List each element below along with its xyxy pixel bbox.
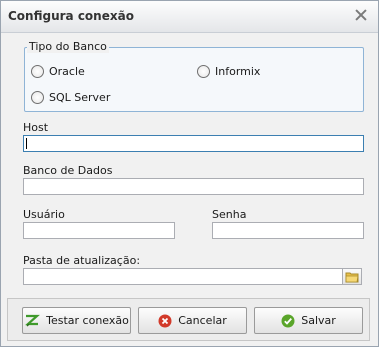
window-title: Configura conexão [8, 9, 134, 23]
user-input[interactable] [23, 222, 175, 239]
radio-sql-server-button[interactable] [31, 91, 44, 104]
radio-sql-server[interactable]: SQL Server [31, 91, 110, 104]
host-label: Host [23, 121, 49, 134]
user-label: Usuário [23, 208, 65, 221]
database-type-legend: Tipo do Banco [27, 40, 109, 53]
radio-oracle-label: Oracle [49, 65, 85, 78]
cancel-label: Cancelar [178, 314, 227, 327]
radio-oracle[interactable]: Oracle [31, 65, 85, 78]
title-bar[interactable]: Configura conexão [1, 1, 378, 33]
radio-oracle-button[interactable] [31, 65, 44, 78]
database-input[interactable] [23, 178, 364, 195]
folder-icon [345, 272, 359, 283]
update-folder-input[interactable] [23, 268, 343, 285]
test-connection-label: Testar conexão [46, 314, 129, 327]
password-label: Senha [212, 208, 247, 221]
radio-informix[interactable]: Informix [197, 65, 260, 78]
cancel-button[interactable]: Cancelar [138, 307, 247, 334]
radio-informix-button[interactable] [197, 65, 210, 78]
radio-informix-label: Informix [215, 65, 261, 78]
update-folder-label: Pasta de atualização: [23, 254, 141, 267]
browse-folder-button[interactable] [342, 268, 362, 285]
cancel-icon [158, 314, 172, 327]
database-label: Banco de Dados [23, 164, 113, 177]
text-caret [26, 138, 27, 149]
save-label: Salvar [301, 314, 336, 327]
host-input[interactable] [23, 135, 364, 152]
save-button[interactable]: Salvar [254, 307, 363, 334]
test-connection-button[interactable]: Testar conexão [22, 307, 131, 334]
test-connection-icon [25, 314, 41, 327]
password-input[interactable] [212, 222, 364, 239]
radio-sql-server-label: SQL Server [49, 91, 111, 104]
save-icon [281, 314, 295, 327]
close-icon[interactable] [354, 8, 368, 22]
